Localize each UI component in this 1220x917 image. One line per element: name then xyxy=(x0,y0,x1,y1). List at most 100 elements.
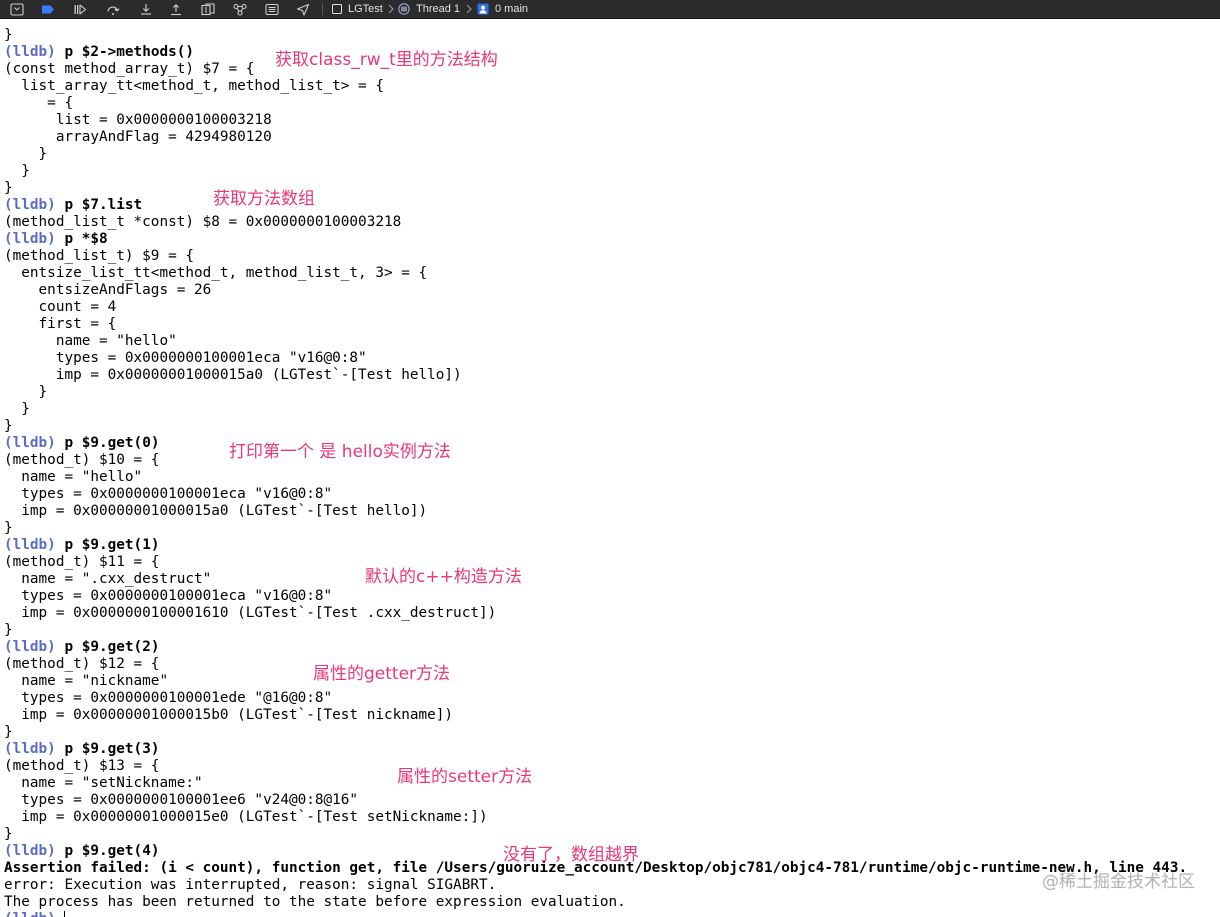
console-output-line: list = 0x0000000100003218 xyxy=(4,112,272,128)
console-output-line: arrayAndFlag = 4294980120 xyxy=(4,129,272,145)
console-output-line: (method_t) $12 = { xyxy=(4,656,160,672)
console-output-line: } xyxy=(4,146,48,162)
console-output-line: } xyxy=(4,520,13,536)
stack-frame-icon xyxy=(477,3,489,15)
lldb-prompt: (lldb) xyxy=(4,231,56,247)
console-output-line: first = { xyxy=(4,316,117,332)
annotation-first-method: 打印第一个 是 hello实例方法 xyxy=(229,442,451,462)
memory-graph-button[interactable] xyxy=(232,2,248,16)
lldb-command: p $7.list xyxy=(64,197,143,213)
console-output-line: } xyxy=(4,826,13,842)
lldb-prompt: (lldb) xyxy=(4,639,56,655)
console-output-line: (method_t) $10 = { xyxy=(4,452,160,468)
console-output-line: } xyxy=(4,163,30,179)
console-output-line: entsizeAndFlags = 26 xyxy=(4,282,212,298)
text-cursor xyxy=(64,911,66,917)
breakpoints-toggle-button[interactable] xyxy=(40,2,56,16)
environment-overrides-button[interactable] xyxy=(264,2,280,16)
console-output-line: imp = 0x0000000100001610 (LGTest`-[Test … xyxy=(4,605,497,621)
annotation-setter: 属性的setter方法 xyxy=(397,767,533,787)
console-output-line: } xyxy=(4,418,13,434)
annotation-out-of-bounds: 没有了，数组越界 xyxy=(503,845,639,865)
console-output-line: } xyxy=(4,622,13,638)
breakpoints-toggle-icon xyxy=(42,5,54,13)
console-input-line: (lldb) xyxy=(4,911,1187,917)
memory-graph-icon xyxy=(233,3,247,16)
lldb-prompt: (lldb) xyxy=(4,435,56,451)
jump-bar-target[interactable]: LGTest xyxy=(331,0,383,18)
debug-console[interactable]: } (lldb) p $2->methods() (const method_arr… xyxy=(0,19,1220,917)
step-over-button[interactable] xyxy=(105,2,121,16)
lldb-prompt: (lldb) xyxy=(4,197,56,213)
console-output-line: imp = 0x00000001000015b0 (LGTest`-[Test … xyxy=(4,707,454,723)
console-output-line: } xyxy=(4,384,48,400)
console-output-line: list_array_tt<method_t, method_list_t> =… xyxy=(4,78,384,94)
console-command-line: (lldb) p $9.get(0) xyxy=(4,435,1187,452)
console-output-line: (method_t) $11 = { xyxy=(4,554,160,570)
console-command-line: (lldb) p *$8 xyxy=(4,231,1187,248)
continue-button[interactable] xyxy=(72,2,88,16)
console-output-line: (const method_array_t) $7 = { xyxy=(4,61,255,77)
hide-debug-area-button[interactable] xyxy=(9,2,25,16)
console-output-line: = { xyxy=(4,95,74,111)
chevron-right-icon xyxy=(388,4,394,14)
lldb-command: p *$8 xyxy=(64,231,108,247)
console-output-line: count = 4 xyxy=(4,299,117,315)
console-output-line: The process has been returned to the sta… xyxy=(4,894,626,910)
step-over-icon xyxy=(107,6,120,15)
lldb-prompt: (lldb) xyxy=(4,911,56,917)
console-output-line: types = 0x0000000100001eca "v16@0:8" xyxy=(4,486,333,502)
jump-bar-thread-label: Thread 1 xyxy=(416,3,461,15)
console-output-line: name = ".cxx_destruct" xyxy=(4,571,212,587)
console-command-line: (lldb) p $9.get(2) xyxy=(4,639,1187,656)
jump-bar-target-label: LGTest xyxy=(348,3,383,15)
console-output-line: } xyxy=(4,180,13,196)
step-out-icon xyxy=(171,3,181,15)
lldb-prompt: (lldb) xyxy=(4,741,56,757)
console-output-line: imp = 0x00000001000015a0 (LGTest`-[Test … xyxy=(4,367,462,383)
lldb-prompt: (lldb) xyxy=(4,843,56,859)
console-output-line: name = "setNickname:" xyxy=(4,775,203,791)
annotation-class-rw-t-methods: 获取class_rw_t里的方法结构 xyxy=(275,50,498,70)
debug-bar: LGTest Thread 1 0 main xyxy=(0,0,1220,19)
toolbar-divider xyxy=(322,3,323,15)
console-output-line: } xyxy=(4,401,30,417)
annotation-getter: 属性的getter方法 xyxy=(313,664,451,684)
hide-debug-area-icon xyxy=(10,2,24,16)
continue-icon xyxy=(74,3,87,15)
annotation-cxx-destruct: 默认的c++构造方法 xyxy=(365,567,522,587)
annotation-method-array: 获取方法数组 xyxy=(213,189,315,209)
lldb-command: p $9.get(3) xyxy=(64,741,160,757)
simulate-location-icon xyxy=(296,3,310,16)
simulate-location-button[interactable] xyxy=(295,2,311,16)
jump-bar-frame[interactable]: 0 main xyxy=(477,0,528,18)
console-command-line: (lldb) p $2->methods() xyxy=(4,44,1187,61)
lldb-command: p $9.get(1) xyxy=(64,537,160,553)
lldb-command: p $9.get(4) xyxy=(64,843,160,859)
console-output-line: types = 0x0000000100001ee6 "v24@0:8@16" xyxy=(4,792,359,808)
debug-view-hierarchy-icon xyxy=(201,2,215,15)
console-output-line: (method_list_t) $9 = { xyxy=(4,248,194,264)
console-output-line: (method_t) $13 = { xyxy=(4,758,160,774)
jump-bar-thread[interactable]: Thread 1 xyxy=(398,0,460,18)
console-output-line: } xyxy=(4,724,13,740)
console-output-line: name = "nickname" xyxy=(4,673,169,689)
lldb-prompt: (lldb) xyxy=(4,44,56,60)
jump-bar-frame-label: 0 main xyxy=(495,3,529,15)
app-target-icon xyxy=(331,3,343,15)
step-into-icon xyxy=(141,3,151,15)
console-output-line: types = 0x0000000100001eca "v16@0:8" xyxy=(4,588,333,604)
environment-overrides-icon xyxy=(265,3,279,15)
step-out-button[interactable] xyxy=(168,2,184,16)
step-into-button[interactable] xyxy=(138,2,154,16)
lldb-prompt: (lldb) xyxy=(4,537,56,553)
lldb-command: p $9.get(2) xyxy=(64,639,160,655)
thread-icon xyxy=(398,3,410,15)
console-output-line: imp = 0x00000001000015a0 (LGTest`-[Test … xyxy=(4,503,428,519)
lldb-command: p $2->methods() xyxy=(64,44,195,60)
console-output: } (lldb) p $2->methods() (const method_arr… xyxy=(4,27,1187,917)
debug-view-hierarchy-button[interactable] xyxy=(200,2,216,16)
console-output-line: } xyxy=(4,27,13,43)
console-output-line: types = 0x0000000100001ede "@16@0:8" xyxy=(4,690,333,706)
console-output-line: imp = 0x00000001000015e0 (LGTest`-[Test … xyxy=(4,809,488,825)
